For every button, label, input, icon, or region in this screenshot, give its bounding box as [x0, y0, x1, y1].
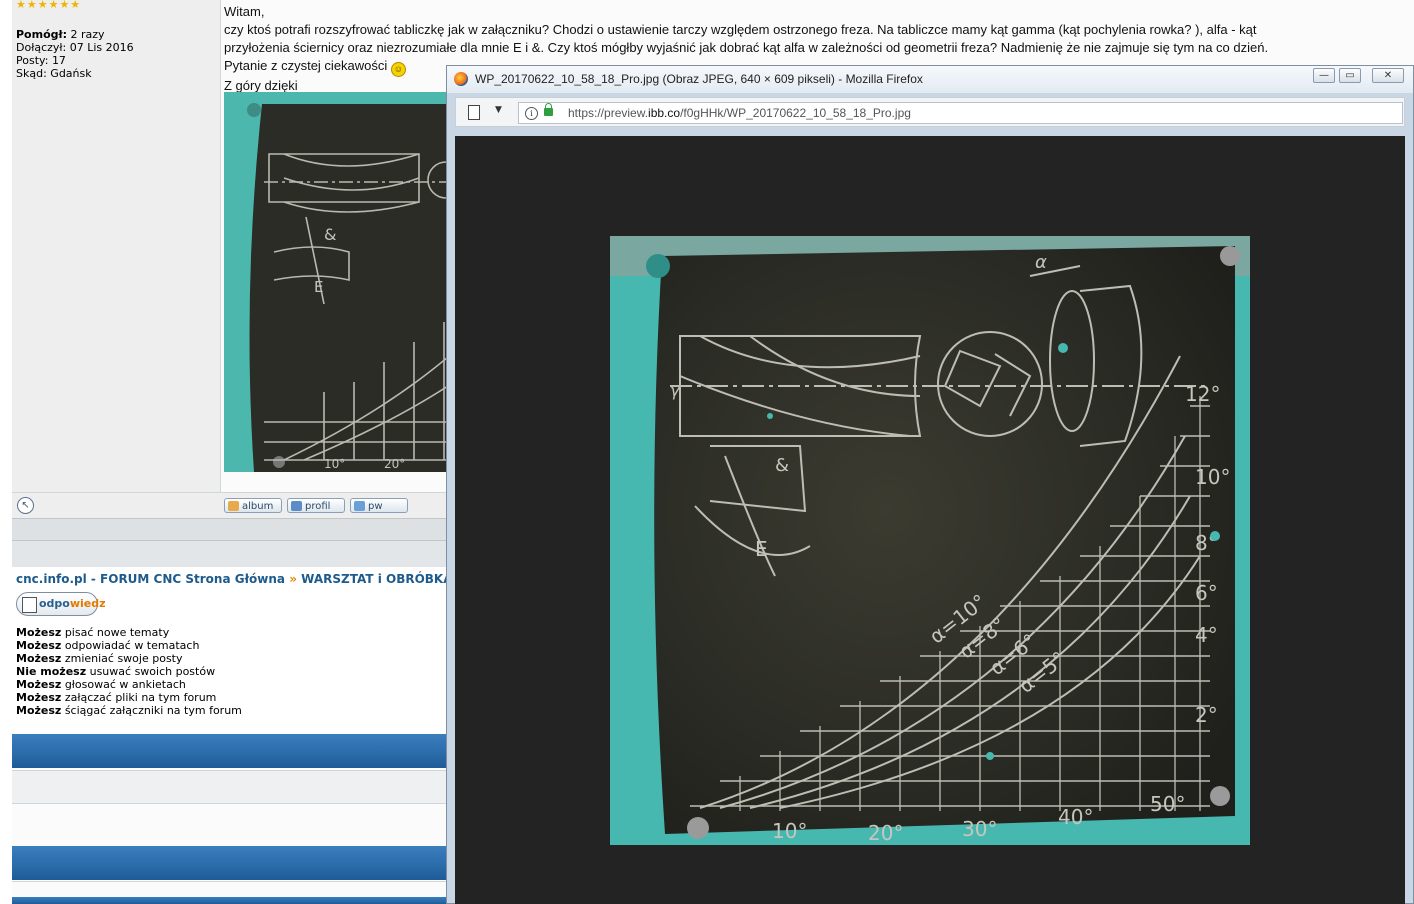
- breadcrumb: cnc.info.pl - FORUM CNC Strona Główna » …: [16, 572, 478, 586]
- thumb-tick: 10°: [324, 457, 345, 471]
- bottom-tick: 10°: [772, 819, 807, 843]
- right-tick: 12°: [1185, 382, 1220, 406]
- window-title: WP_20170622_10_58_18_Pro.jpg (Obraz JPEG…: [475, 72, 923, 86]
- firefox-icon: [454, 72, 468, 86]
- from-label: Skąd:: [16, 67, 47, 80]
- post-line: Pytanie z czystej ciekawości: [224, 58, 388, 73]
- helped-label: Pomógł:: [16, 28, 67, 41]
- permission-item: Możesz załączać pliki na tym forum: [16, 691, 217, 704]
- breadcrumb-separator: »: [289, 572, 297, 586]
- image-viewer: γ & E α 12° 10° 8° 6° 4° 2° 10° 20° 30° …: [455, 136, 1405, 904]
- lock-icon[interactable]: [544, 103, 553, 116]
- profile-icon: [291, 501, 302, 511]
- address-bar[interactable]: i https://preview.ibb.co/f0gHHk/WP_20170…: [518, 102, 1403, 124]
- right-tick: 2°: [1195, 703, 1218, 727]
- plate-image: γ & E α 12° 10° 8° 6° 4° 2° 10° 20° 30° …: [610, 236, 1250, 845]
- right-tick: 10°: [1195, 465, 1230, 489]
- album-label: album: [242, 501, 274, 512]
- reply-label-b: wiedz: [69, 597, 106, 610]
- bottom-tick: 40°: [1058, 805, 1093, 829]
- post-line: przyłożenia ściernicy oraz niezrozumiałe…: [224, 40, 1269, 55]
- page-icon[interactable]: [468, 105, 480, 120]
- reply-icon: [22, 597, 37, 613]
- right-tick: 6°: [1195, 581, 1218, 605]
- attachment-thumbnail[interactable]: & E 10° 20°: [224, 92, 454, 472]
- author-profile: Pomógł: 2 razy Dołączył: 07 Lis 2016 Pos…: [16, 28, 134, 80]
- right-tick: 4°: [1195, 623, 1218, 647]
- restore-button[interactable]: ▭: [1339, 68, 1361, 83]
- bottom-tick: 50°: [1150, 792, 1185, 816]
- permissions-list: Możesz pisać nowe tematy Możesz odpowiad…: [16, 626, 242, 717]
- permission-item: Możesz pisać nowe tematy: [16, 626, 170, 639]
- from-value: Gdańsk: [50, 67, 92, 80]
- rank-stars: ★★★★★★: [16, 0, 82, 11]
- info-icon[interactable]: i: [525, 107, 538, 120]
- bottom-tick: 30°: [962, 817, 997, 841]
- permission-item: Możesz zmieniać swoje posty: [16, 652, 183, 665]
- alpha-label: α: [1035, 252, 1047, 273]
- plate-thumbnail-image: & E 10° 20°: [224, 92, 454, 472]
- joined-value: 07 Lis 2016: [69, 41, 134, 54]
- pm-label: pw: [368, 501, 383, 512]
- gamma-label: γ: [670, 381, 681, 400]
- thumb-amp: &: [324, 225, 336, 244]
- reply-button[interactable]: odpowiedz: [16, 592, 106, 616]
- posts-label: Posty:: [16, 54, 49, 67]
- posts-value: 17: [51, 54, 66, 67]
- profile-button[interactable]: profil: [287, 498, 345, 513]
- close-button[interactable]: ✕: [1372, 68, 1404, 83]
- permission-item: Możesz ściągać załączniki na tym forum: [16, 704, 242, 717]
- url-text[interactable]: https://preview.ibb.co/f0gHHk/WP_2017062…: [568, 106, 911, 120]
- plate-photo[interactable]: γ & E α 12° 10° 8° 6° 4° 2° 10° 20° 30° …: [610, 236, 1250, 845]
- post-line: czy ktoś potrafi rozszyfrować tabliczkę …: [224, 22, 1257, 37]
- pm-button[interactable]: pw: [350, 498, 408, 513]
- breadcrumb-home-link[interactable]: cnc.info.pl - FORUM CNC Strona Główna: [16, 572, 285, 586]
- smiley-icon: ☺: [390, 62, 406, 77]
- minimize-button[interactable]: —: [1313, 68, 1335, 83]
- e-label: E: [755, 537, 768, 561]
- nav-toolbar: ▼ i https://preview.ibb.co/f0gHHk/WP_201…: [455, 97, 1405, 127]
- amp-label: &: [775, 455, 789, 476]
- window-titlebar[interactable]: WP_20170622_10_58_18_Pro.jpg (Obraz JPEG…: [447, 66, 1413, 93]
- thumb-e: E: [314, 278, 323, 296]
- profile-label: profil: [305, 501, 331, 512]
- image-popup-window: WP_20170622_10_58_18_Pro.jpg (Obraz JPEG…: [446, 65, 1414, 904]
- permission-item: Możesz głosować w ankietach: [16, 678, 186, 691]
- album-icon: [228, 501, 239, 511]
- helped-value: 2 razy: [70, 28, 105, 41]
- joined-label: Dołączył:: [16, 41, 67, 54]
- dropdown-arrow-icon[interactable]: ▼: [495, 105, 502, 115]
- pm-icon: [354, 501, 365, 511]
- thumb-tick: 20°: [384, 457, 405, 471]
- reply-label-a: odpo: [39, 597, 70, 610]
- album-button[interactable]: album: [224, 498, 282, 513]
- post-line: Witam,: [224, 4, 265, 19]
- permission-item: Możesz odpowiadać w tematach: [16, 639, 200, 652]
- permission-item: Nie możesz usuwać swoich postów: [16, 665, 216, 678]
- back-to-top-icon[interactable]: ↖: [17, 497, 34, 514]
- bottom-tick: 20°: [868, 821, 903, 845]
